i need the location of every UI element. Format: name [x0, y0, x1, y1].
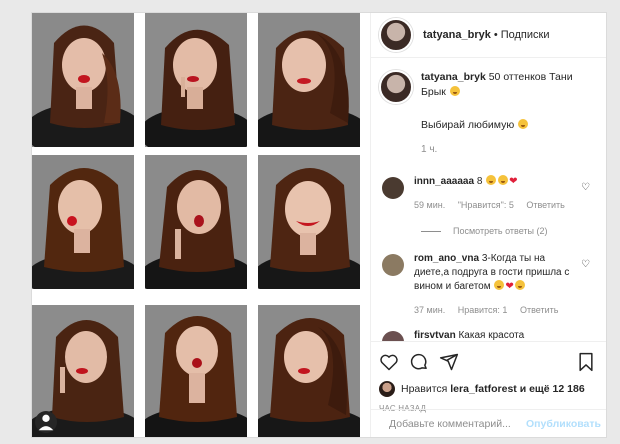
heart-emoji: ❤ — [509, 176, 518, 187]
photo-tile — [32, 305, 134, 437]
liker-username[interactable]: lera_fatforest — [450, 383, 517, 395]
comment-item: rom_ano_vna 3-Когда ты на диете,а подруг… — [371, 252, 606, 317]
header-separator: • — [493, 29, 498, 41]
emoji — [514, 280, 525, 290]
comment-like-icon[interactable]: ♡ — [581, 259, 590, 270]
photo-tile — [145, 155, 247, 289]
photo-tile — [258, 155, 360, 289]
wink-emoji — [518, 119, 529, 129]
photo-tile — [145, 305, 247, 437]
photo-collage[interactable] — [32, 13, 370, 437]
comment-username[interactable]: rom_ano_vna — [414, 253, 479, 264]
heart-icon[interactable] — [379, 352, 399, 372]
replies-line — [421, 230, 441, 232]
smile-emoji — [449, 86, 460, 96]
caption-avatar[interactable] — [379, 70, 413, 104]
add-comment-bar: Опубликовать — [371, 409, 606, 437]
bookmark-icon[interactable] — [576, 352, 596, 372]
comment-avatar[interactable] — [382, 177, 404, 199]
user-tag-icon[interactable] — [35, 411, 57, 433]
comment-icon[interactable] — [409, 352, 429, 372]
heart-emoji: ❤ — [505, 281, 514, 292]
action-icons — [371, 342, 606, 376]
caption-line2: Выбирай любимую — [421, 118, 591, 133]
post-sidebar: tatyana_bryk • Подписки tatyana_bryk 50 … — [370, 13, 606, 437]
comment-avatar[interactable] — [382, 254, 404, 276]
emoji — [498, 175, 509, 185]
comment-time: 37 мин. — [414, 305, 446, 315]
photo-tile — [32, 155, 134, 289]
emoji — [486, 175, 497, 185]
author-avatar[interactable] — [379, 18, 413, 52]
comment-avatar[interactable] — [382, 331, 404, 341]
author-username[interactable]: tatyana_bryk — [423, 29, 491, 41]
reply-button[interactable]: Ответить — [520, 305, 558, 315]
comment-text: 8 — [476, 176, 483, 187]
share-icon[interactable] — [439, 352, 459, 372]
reply-button[interactable]: Ответить — [526, 200, 564, 210]
photo-tile — [32, 13, 134, 147]
comment-text: Какая красота — [458, 330, 525, 341]
emoji — [494, 280, 505, 290]
comment-likes[interactable]: Нравится: 1 — [458, 305, 508, 315]
comments-list[interactable]: tatyana_bryk 50 оттенков Тани Брык Выбир… — [371, 58, 606, 341]
likes-summary: Нравится lera_fatforest и ещё 12 186 — [371, 376, 606, 397]
follow-button[interactable]: Подписки — [501, 29, 550, 41]
caption-username[interactable]: tatyana_bryk — [421, 71, 486, 83]
photo-tile — [258, 13, 360, 147]
comment-meta: 37 мин. Нравится: 1 Ответить — [414, 303, 579, 317]
post-header: tatyana_bryk • Подписки — [371, 13, 606, 58]
post-frame: tatyana_bryk • Подписки tatyana_bryk 50 … — [31, 12, 607, 438]
comment-item: firsvtvan Какая красота — [371, 329, 606, 341]
caption-time: 1 ч. — [421, 144, 438, 155]
comment-username[interactable]: firsvtvan — [414, 330, 456, 341]
comment-username[interactable]: innn_aaaaaa — [414, 176, 474, 187]
post-caption: tatyana_bryk 50 оттенков Тани Брык Выбир… — [371, 58, 606, 157]
comment-like-icon[interactable]: ♡ — [581, 182, 590, 193]
view-replies-label: Посмотреть ответы (2) — [453, 226, 548, 236]
likes-prefix: Нравится — [401, 383, 448, 395]
photo-tile — [258, 305, 360, 437]
photo-tile — [145, 13, 247, 147]
comment-input[interactable] — [387, 417, 526, 431]
post-actions: Нравится lera_fatforest и ещё 12 186 час… — [371, 341, 606, 437]
comment-meta: 59 мин. "Нравится": 5 Ответить — [414, 198, 579, 212]
liker-avatar[interactable] — [379, 381, 395, 397]
publish-button[interactable]: Опубликовать — [526, 418, 601, 430]
view-replies-button[interactable]: Посмотреть ответы (2) — [421, 226, 606, 236]
comment-item: innn_aaaaaa 8 ❤ 59 мин. "Нравится": 5 От… — [371, 175, 606, 212]
comment-time: 59 мин. — [414, 200, 446, 210]
comment-likes[interactable]: "Нравится": 5 — [458, 200, 514, 210]
likes-count[interactable]: и ещё 12 186 — [520, 383, 585, 395]
